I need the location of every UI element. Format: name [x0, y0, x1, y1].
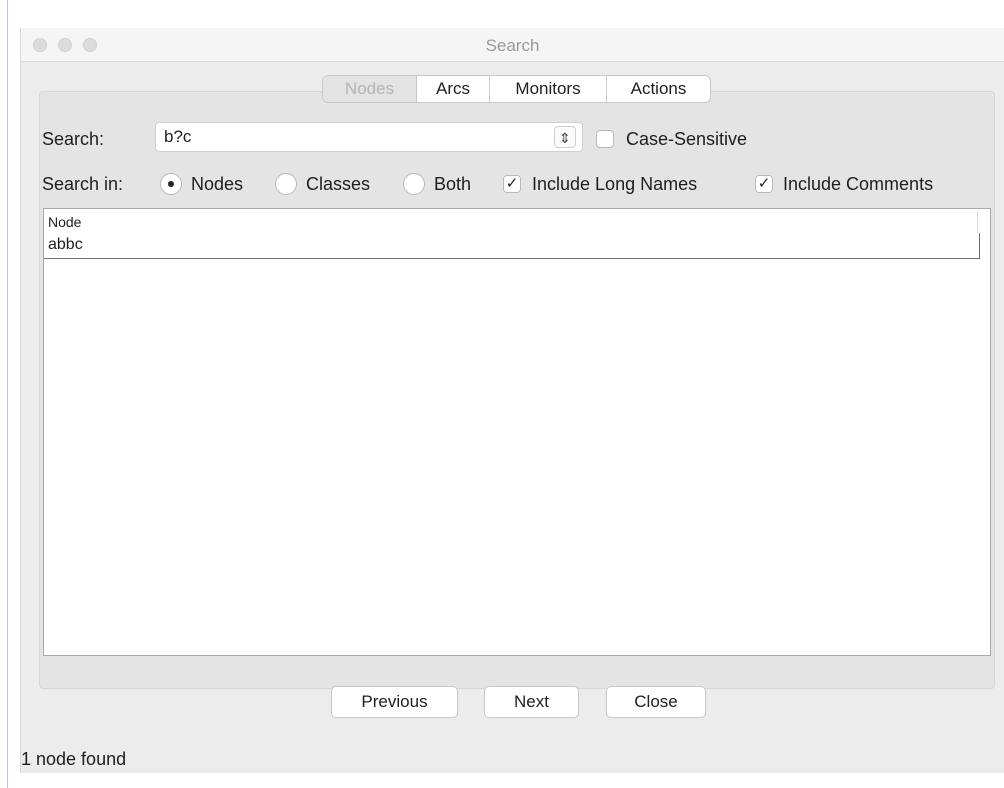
header-divider [977, 211, 978, 233]
left-edge-rule [7, 0, 8, 788]
column-header-node: Node [48, 214, 82, 230]
status-text: 1 node found [21, 749, 127, 769]
updown-chevron-icon[interactable]: ⇕ [554, 126, 576, 148]
include-long-names-label: Include Long Names [532, 174, 698, 194]
case-sensitive-checkbox[interactable] [596, 130, 614, 148]
results-table[interactable]: Node abbc [43, 208, 991, 656]
search-input[interactable] [156, 123, 536, 151]
radio-classes[interactable] [275, 173, 297, 195]
search-in-label: Search in: [42, 174, 124, 194]
tab-bar: Nodes Arcs Monitors Actions [322, 75, 711, 103]
search-combo[interactable]: ⇕ [155, 122, 583, 152]
window-title: Search [485, 36, 540, 55]
tab-actions[interactable]: Actions [607, 76, 710, 102]
search-dialog: Search Nodes Arcs Monitors Actions Searc… [20, 28, 1004, 773]
case-sensitive-label: Case-Sensitive [626, 129, 748, 149]
search-label: Search: [42, 129, 105, 149]
include-comments-label: Include Comments [783, 174, 934, 194]
radio-classes-label: Classes [306, 174, 371, 194]
radio-nodes[interactable] [160, 173, 182, 195]
close-button[interactable]: Close [606, 686, 706, 718]
radio-both-label: Both [434, 174, 472, 194]
tab-monitors[interactable]: Monitors [490, 76, 607, 102]
previous-button[interactable]: Previous [331, 686, 458, 718]
tab-arcs[interactable]: Arcs [417, 76, 490, 102]
include-long-names-checkbox[interactable]: ✓ [503, 175, 521, 193]
table-row[interactable]: abbc [44, 233, 980, 259]
title-bar: Search [21, 28, 1004, 62]
radio-both[interactable] [403, 173, 425, 195]
next-button[interactable]: Next [484, 686, 579, 718]
include-comments-checkbox[interactable]: ✓ [755, 175, 773, 193]
tab-nodes[interactable]: Nodes [323, 76, 417, 102]
radio-nodes-label: Nodes [191, 174, 244, 194]
